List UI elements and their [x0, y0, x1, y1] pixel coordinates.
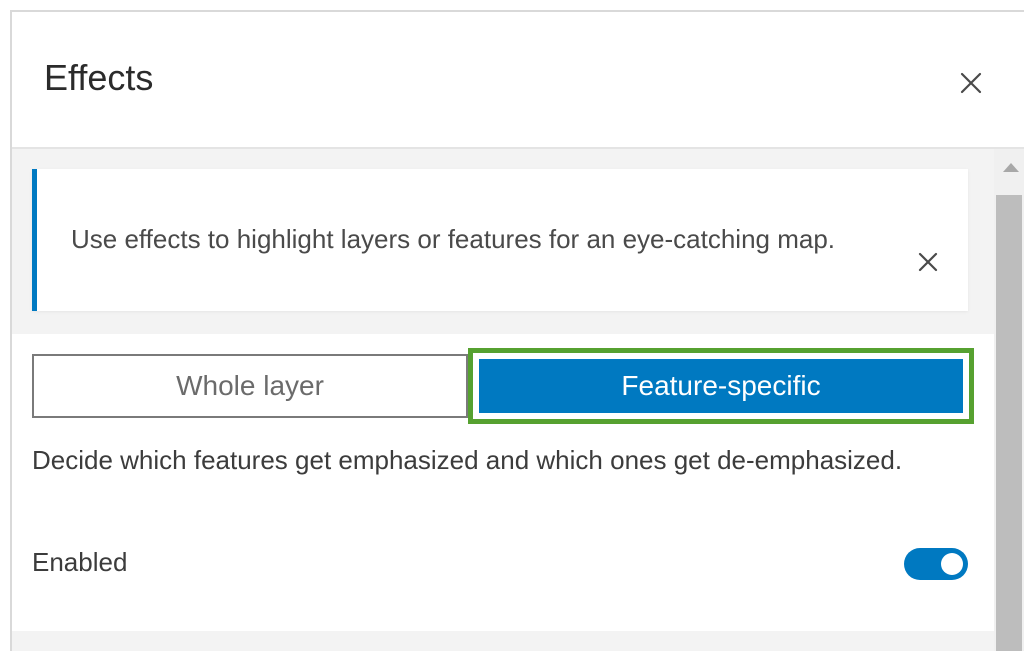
panel-footer-area [12, 631, 994, 651]
feature-specific-highlight: Feature-specific [468, 348, 974, 424]
scroll-up-arrow-icon[interactable] [1003, 163, 1019, 172]
info-notice: Use effects to highlight layers or featu… [32, 169, 968, 311]
scrollbar-thumb[interactable] [996, 195, 1022, 651]
whole-layer-option[interactable]: Whole layer [32, 354, 468, 418]
effect-mode-segmented-control: Whole layer Feature-specific [32, 348, 974, 424]
effect-description: Decide which features get emphasized and… [32, 445, 903, 475]
panel-title: Effects [44, 57, 154, 98]
toggle-knob [941, 553, 963, 575]
close-icon [960, 72, 982, 94]
notice-message: Use effects to highlight layers or featu… [71, 224, 836, 254]
vertical-scrollbar[interactable] [994, 149, 1024, 651]
close-panel-button[interactable] [954, 66, 988, 100]
effect-settings: Whole layer Feature-specific Decide whic… [12, 334, 994, 631]
feature-specific-option[interactable]: Feature-specific [479, 359, 963, 413]
close-icon [918, 252, 938, 272]
enabled-label: Enabled [32, 547, 128, 577]
effects-panel: Effects Use effects to highlight layers … [10, 10, 1024, 651]
dismiss-notice-button[interactable] [913, 247, 943, 277]
enabled-toggle[interactable] [904, 548, 968, 580]
panel-header: Effects [12, 12, 1024, 149]
panel-body: Use effects to highlight layers or featu… [12, 149, 994, 651]
